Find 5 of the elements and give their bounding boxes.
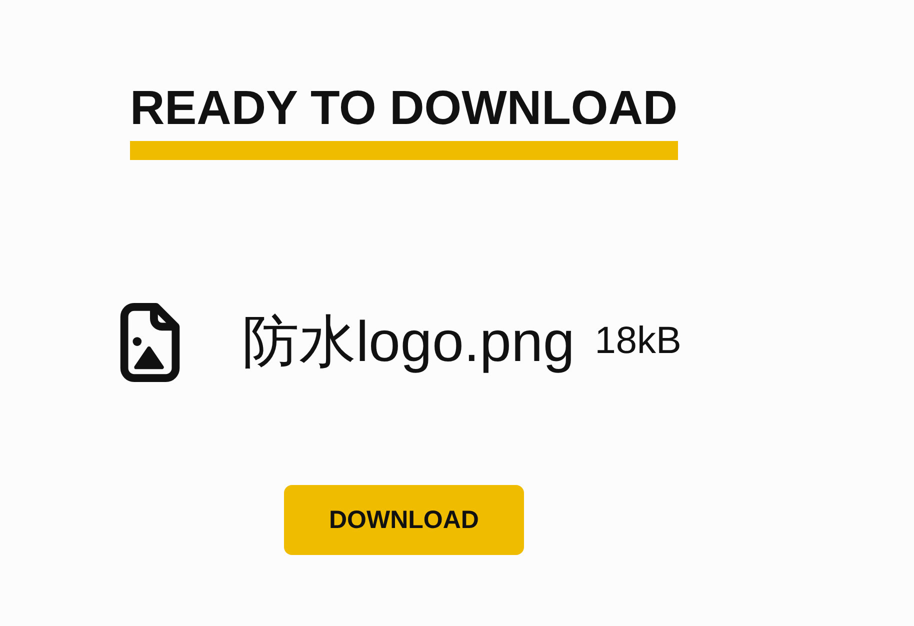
download-button[interactable]: DOWNLOAD	[284, 485, 524, 555]
image-file-icon	[120, 303, 180, 382]
page-heading: READY TO DOWNLOAD	[130, 82, 678, 135]
file-size: 18kB	[594, 320, 682, 362]
file-name: 防水logo.png	[242, 310, 575, 374]
